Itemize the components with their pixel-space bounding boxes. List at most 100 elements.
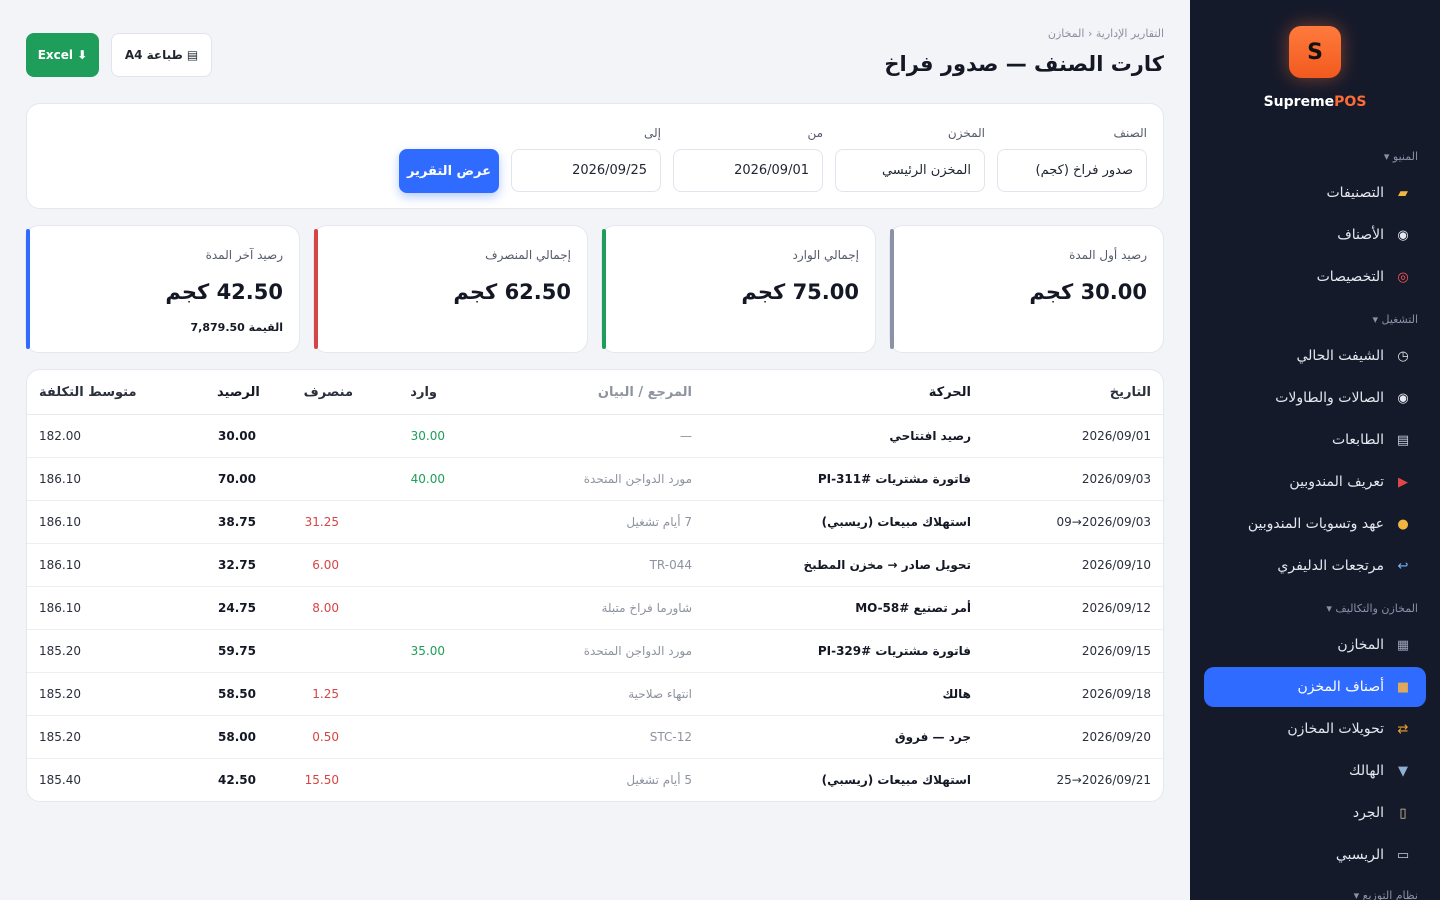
sidebar-item-label: الصالات والطاولات <box>1275 390 1384 406</box>
sidebar-item-label: المخازن <box>1337 637 1384 653</box>
folder-icon: ▰ <box>1398 185 1408 201</box>
cell-date: 2026/09/10 <box>1081 558 1151 572</box>
printer-icon: ▤ <box>186 48 199 62</box>
cell-avg-cost: 185.20 <box>39 644 81 658</box>
kpi-total-out: إجمالي المنصرف 62.50 كجم <box>313 225 588 353</box>
sidebar-item-waste[interactable]: ▼ الهالك <box>1204 751 1426 791</box>
sidebar-item-label: تعريف المندوبين <box>1289 474 1384 490</box>
col-date[interactable]: التاريخ <box>1110 385 1151 400</box>
cell-movement: استهلاك مبيعات (ريسبي) <box>821 773 971 787</box>
receipt-icon: ▭ <box>1396 847 1410 863</box>
sidebar-item-store-items[interactable]: ■ أصناف المخزن <box>1204 667 1426 707</box>
sidebar-item-couriers[interactable]: ▶ تعريف المندوبين <box>1204 462 1426 502</box>
table-row[interactable]: 2026/09/20 جرد — فروق STC-12 0.50 58.00 185.2… <box>27 716 1163 759</box>
target-icon: ◎ <box>1397 269 1409 285</box>
cell-date: 2026/09/03 <box>1081 472 1151 486</box>
table-row[interactable]: 2026/09/01 رصيد افتتاحي — 30.00 30.00 182.00 <box>27 415 1163 458</box>
kpi-value: 30.00 كجم <box>1029 280 1147 304</box>
sidebar-item-store-transfers[interactable]: ⇄ تحويلات المخازن <box>1204 709 1426 749</box>
kpi-accent-bar <box>602 229 606 349</box>
sidebar-item-halls-tables[interactable]: ◉ الصالات والطاولات <box>1204 378 1426 418</box>
col-balance[interactable]: الرصيد <box>217 385 260 400</box>
sidebar-item-current-shift[interactable]: ◷ الشيفت الحالي <box>1204 336 1426 376</box>
cell-balance: 32.75 <box>218 558 256 572</box>
breadcrumb[interactable]: التقارير الإدارية ‹ المخازن <box>1048 27 1164 40</box>
from-date-input[interactable]: 2026/09/01 <box>673 149 823 192</box>
sidebar-item-categories[interactable]: ▰ التصنيفات <box>1204 173 1426 213</box>
cell-movement: استهلاك مبيعات (ريسبي) <box>821 515 971 529</box>
sidebar-item-label: الطابعات <box>1331 432 1384 448</box>
col-out[interactable]: منصرف <box>304 385 353 400</box>
kpi-label: رصيد أول المدة <box>1069 248 1147 262</box>
store-select[interactable]: المخزن الرئيسي <box>835 149 985 192</box>
brand-accent: POS <box>1334 94 1367 110</box>
cell-date: 2026/09/12 <box>1081 601 1151 615</box>
table-row[interactable]: 2026/09/15 فاتورة مشتريات PI-329# مورد الد… <box>27 630 1163 673</box>
table-row[interactable]: 2026/09/18 هالك انتهاء صلاحية 1.25 58.50 185.… <box>27 673 1163 716</box>
sidebar-item-label: مرتجعات الدليفري <box>1277 558 1384 574</box>
cell-movement: هالك <box>942 687 971 701</box>
cell-reference: مورد الدواجن المتحدة <box>583 644 692 658</box>
cell-out: 8.00 <box>312 601 339 615</box>
sidebar-item-delivery-returns[interactable]: ↩ مرتجعات الدليفري <box>1204 546 1426 586</box>
cell-date: 2026/09/20 <box>1081 730 1151 744</box>
show-report-button[interactable]: عرض التقرير <box>399 149 499 193</box>
cell-avg-cost: 185.20 <box>39 730 81 744</box>
print-label: طباعة A4 <box>124 48 183 62</box>
sidebar-item-label: أصناف المخزن <box>1297 679 1384 695</box>
from-date-label: من <box>807 126 823 140</box>
section-distribution[interactable]: نظام التوزيع ▾ <box>1354 889 1418 900</box>
cell-balance: 58.50 <box>218 687 256 701</box>
col-movement[interactable]: الحركة <box>929 385 971 400</box>
to-date-input[interactable]: 2026/09/25 <box>511 149 661 192</box>
sidebar-item-items[interactable]: ◉ الأصناف <box>1204 215 1426 255</box>
kpi-label: رصيد آخر المدة <box>205 248 283 262</box>
cell-movement: أمر تصنيع MO-58# <box>855 601 971 615</box>
filter-card: الصنف صدور فراخ (كجم) المخزن المخزن الرئ… <box>26 103 1164 209</box>
sidebar-item-courier-settlements[interactable]: ● عهد وتسويات المندوبين <box>1204 504 1426 544</box>
table-row[interactable]: 2026/09/12 أمر تصنيع MO-58# شاورما فراخ مت… <box>27 587 1163 630</box>
cell-out: 1.25 <box>312 687 339 701</box>
print-a4-button[interactable]: ▤ طباعة A4 <box>111 33 212 77</box>
cell-movement: فاتورة مشتريات PI-311# <box>817 472 971 486</box>
cell-date: 2026/09/03→09 <box>1056 515 1151 529</box>
return-icon: ↩ <box>1397 558 1409 574</box>
page-title: كارت الصنف — صدور فراخ <box>884 52 1164 76</box>
item-label: الصنف <box>1113 126 1147 140</box>
section-operations[interactable]: التشغيل ▾ <box>1372 313 1418 326</box>
sidebar-item-printers[interactable]: ▤ الطابعات <box>1204 420 1426 460</box>
brand-name: SupremePOS <box>1190 94 1440 110</box>
app-logo[interactable]: S <box>1289 26 1341 78</box>
kpi-accent-bar <box>314 229 318 349</box>
section-menu[interactable]: المنيو ▾ <box>1384 150 1418 163</box>
col-in[interactable]: وارد <box>410 385 437 400</box>
cell-reference: 7 أيام تشغيل <box>626 515 692 529</box>
cell-reference: 5 أيام تشغيل <box>626 773 692 787</box>
table-row[interactable]: 2026/09/10 تحويل صادر → مخزن المطبخ TR-044… <box>27 544 1163 587</box>
cell-in: 40.00 <box>410 472 445 486</box>
section-stores-costs[interactable]: المخازن والتكاليف ▾ <box>1326 602 1418 615</box>
sidebar-item-stocktake[interactable]: ▯ الجرد <box>1204 793 1426 833</box>
excel-export-button[interactable]: Excel ⬇ <box>26 33 99 77</box>
stopwatch-icon: ◷ <box>1397 348 1409 364</box>
cell-balance: 38.75 <box>218 515 256 529</box>
cell-avg-cost: 186.10 <box>39 558 81 572</box>
sidebar-item-stores[interactable]: ▦ المخازن <box>1204 625 1426 665</box>
sidebar: S SupremePOS المنيو ▾ ▰ التصنيفات ◉ الأصنا… <box>1190 0 1440 900</box>
table-row[interactable]: 2026/09/21→25 استهلاك مبيعات (ريسبي) 5 أيا… <box>27 759 1163 801</box>
cell-balance: 24.75 <box>218 601 256 615</box>
item-select[interactable]: صدور فراخ (كجم) <box>997 149 1147 192</box>
repeat-icon: ⇄ <box>1397 721 1409 737</box>
main-content: التقارير الإدارية ‹ المخازن كارت الصنف —… <box>0 0 1190 900</box>
col-avg-cost[interactable]: متوسط التكلفة <box>39 385 137 400</box>
sidebar-item-label: التخصيصات <box>1316 269 1384 285</box>
table-row[interactable]: 2026/09/03→09 استهلاك مبيعات (ريسبي) 7 أيا… <box>27 501 1163 544</box>
sidebar-item-customizations[interactable]: ◎ التخصيصات <box>1204 257 1426 297</box>
cell-balance: 42.50 <box>218 773 256 787</box>
col-reference[interactable]: المرجع / البيان <box>598 385 692 400</box>
sidebar-item-recipes[interactable]: ▭ الريسبي <box>1204 835 1426 875</box>
cell-out: 0.50 <box>312 730 339 744</box>
sidebar-item-label: تحويلات المخازن <box>1287 721 1384 737</box>
table-row[interactable]: 2026/09/03 فاتورة مشتريات PI-311# مورد الد… <box>27 458 1163 501</box>
cell-date: 2026/09/15 <box>1081 644 1151 658</box>
